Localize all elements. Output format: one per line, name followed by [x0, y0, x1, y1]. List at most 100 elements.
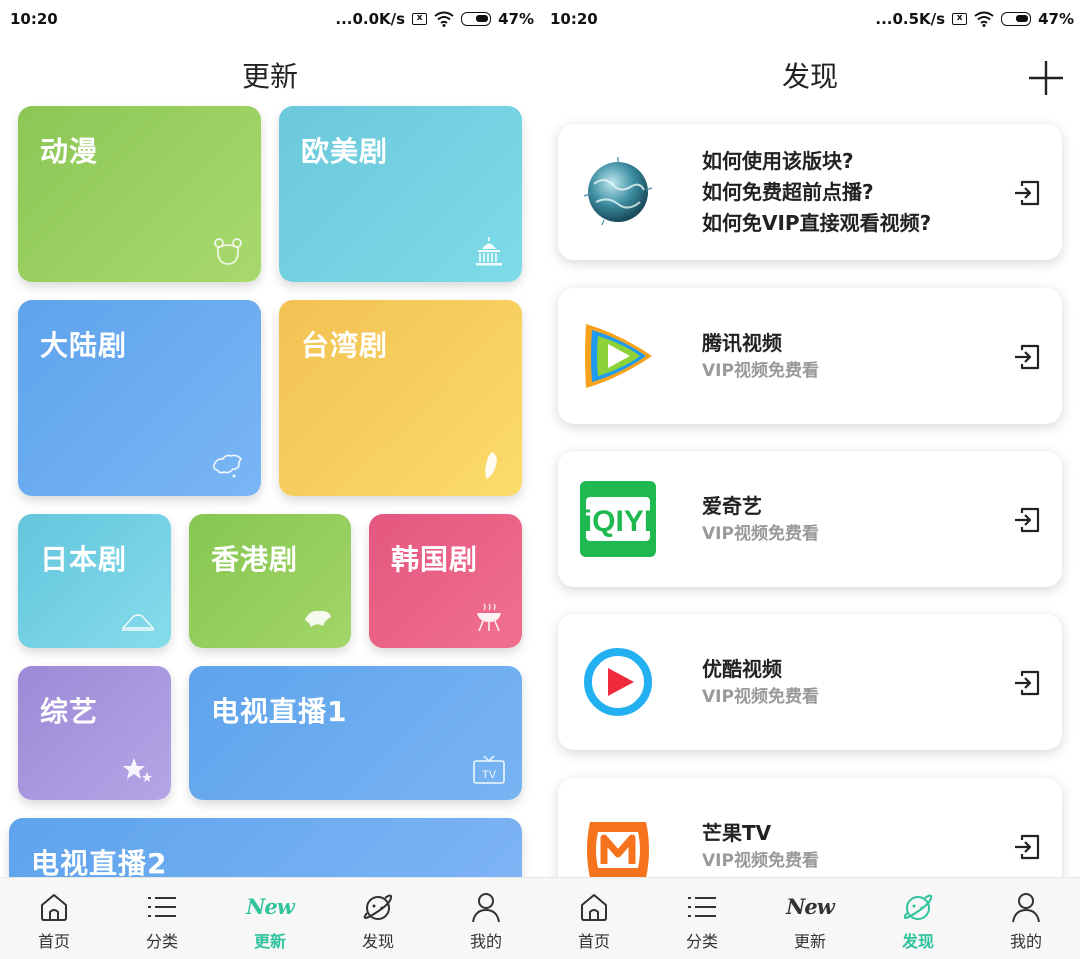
- nav-home[interactable]: 首页: [540, 878, 648, 959]
- hongkong-map-icon: [305, 610, 331, 627]
- nav-label: 发现: [901, 932, 934, 951]
- discover-screen: 10:20 ...0.5K/s x 47% 发现 如何使用该版块? 如何免费超前…: [540, 0, 1080, 959]
- tencent-video-logo: [585, 324, 652, 388]
- help-card[interactable]: 如何使用该版块? 如何免费超前点播? 如何免VIP直接观看视频?: [558, 124, 1062, 260]
- youku-logo: [584, 648, 652, 716]
- svg-text:TV: TV: [482, 769, 497, 781]
- tile-label: 香港剧: [211, 543, 299, 576]
- taiwan-map-icon: [485, 452, 497, 479]
- page-title: 更新: [241, 60, 298, 93]
- wifi-icon: [974, 11, 994, 27]
- help-text: 如何使用该版块? 如何免费超前点播? 如何免VIP直接观看视频?: [702, 124, 931, 260]
- tile-label: 日本剧: [40, 543, 128, 576]
- nav-home[interactable]: 首页: [0, 878, 108, 959]
- status-time: 10:20: [550, 10, 598, 28]
- card-tencent-video[interactable]: 腾讯视频 VIP视频免费看: [558, 288, 1062, 424]
- nav-mine[interactable]: 我的: [972, 878, 1080, 959]
- nav-update[interactable]: New 更新: [756, 878, 864, 959]
- nav-discover[interactable]: 发现: [864, 878, 972, 959]
- help-line: 如何免VIP直接观看视频?: [702, 210, 932, 235]
- stars-icon: [123, 758, 152, 782]
- tile-japan-drama[interactable]: 日本剧: [18, 514, 171, 648]
- card-subtitle: VIP视频免费看: [702, 361, 819, 381]
- status-bar: 10:20 ...0.5K/s x 47%: [540, 0, 1080, 38]
- page-header: 更新: [0, 50, 540, 104]
- card-title: 芒果TV: [702, 821, 772, 845]
- net-speed: ...0.5K/s: [875, 10, 946, 28]
- tile-variety[interactable]: 综艺: [18, 666, 171, 800]
- planet-icon: [903, 894, 933, 920]
- nav-category[interactable]: 分类: [108, 878, 216, 959]
- nav-category[interactable]: 分类: [648, 878, 756, 959]
- nav-update[interactable]: New 更新: [216, 878, 324, 959]
- tile-label: 韩国剧: [391, 543, 479, 576]
- battery-percent: 47%: [1038, 10, 1074, 28]
- nav-label: 我的: [469, 932, 502, 951]
- enter-icon[interactable]: [1012, 832, 1042, 862]
- card-subtitle: VIP视频免费看: [702, 851, 819, 871]
- status-time: 10:20: [10, 10, 58, 28]
- nav-label: 分类: [685, 932, 718, 951]
- nav-mine[interactable]: 我的: [432, 878, 540, 959]
- card-title: 优酷视频: [702, 657, 782, 681]
- home-icon: [581, 894, 607, 921]
- tile-label: 综艺: [40, 695, 99, 728]
- tile-anime[interactable]: 动漫: [18, 106, 261, 282]
- tile-label: 动漫: [40, 135, 99, 168]
- card-subtitle: VIP视频免费看: [702, 687, 819, 707]
- card-youku[interactable]: 优酷视频 VIP视频免费看: [558, 614, 1062, 750]
- nav-discover[interactable]: 发现: [324, 878, 432, 959]
- help-line: 如何免费超前点播?: [702, 179, 874, 204]
- bottom-nav: 首页 分类 New 更新 发现 我的: [0, 877, 540, 959]
- bear-icon: [214, 238, 242, 265]
- card-title: 爱奇艺: [702, 494, 762, 518]
- nav-label: 发现: [361, 932, 394, 951]
- tile-hongkong-drama[interactable]: 香港剧: [189, 514, 351, 648]
- battery-icon: [1001, 12, 1032, 26]
- page-title: 发现: [781, 60, 838, 93]
- tile-label: 电视直播2: [31, 847, 168, 880]
- card-title: 腾讯视频: [702, 331, 782, 355]
- status-bar: 10:20 ...0.0K/s x 47%: [0, 0, 540, 38]
- nav-label: 首页: [577, 932, 610, 951]
- enter-icon[interactable]: [1012, 342, 1042, 372]
- card-iqiyi[interactable]: iQIYI 爱奇艺 VIP视频免费看: [558, 451, 1062, 587]
- user-icon: [1012, 893, 1040, 923]
- help-line: 如何使用该版块?: [702, 148, 854, 173]
- bottom-nav: 首页 分类 New 更新 发现 我的: [540, 877, 1080, 959]
- card-subtitle: VIP视频免费看: [702, 524, 819, 544]
- list-icon: [688, 897, 716, 917]
- tile-taiwan-drama[interactable]: 台湾剧: [279, 300, 522, 496]
- globe-icon: [583, 157, 653, 226]
- enter-icon[interactable]: [1012, 668, 1042, 698]
- tile-korea-drama[interactable]: 韩国剧: [369, 514, 522, 648]
- user-icon: [472, 893, 500, 923]
- tile-tv-live-1[interactable]: 电视直播1 TV: [189, 666, 522, 800]
- add-button[interactable]: [1026, 58, 1066, 98]
- tile-mainland-drama[interactable]: 大陆剧: [18, 300, 261, 496]
- tile-label: 电视直播1: [211, 695, 348, 728]
- enter-icon[interactable]: [1012, 178, 1042, 208]
- iqiyi-logo: iQIYI: [580, 481, 656, 557]
- battery-icon: [461, 12, 492, 26]
- tile-western-drama[interactable]: 欧美剧: [279, 106, 522, 282]
- page-header: 发现: [540, 50, 1080, 104]
- svg-text:iQIYI: iQIYI: [584, 505, 652, 538]
- tile-label: 台湾剧: [301, 329, 389, 362]
- tile-label: 大陆剧: [40, 329, 128, 362]
- battery-percent: 47%: [498, 10, 534, 28]
- nav-label: 我的: [1009, 932, 1042, 951]
- mount-fuji-icon: [121, 614, 155, 631]
- home-icon: [41, 894, 67, 921]
- tile-label: 欧美剧: [301, 135, 389, 168]
- planet-icon: [363, 894, 393, 920]
- capitol-icon: [476, 237, 502, 266]
- nav-label: 更新: [253, 932, 286, 951]
- sim-icon: x: [412, 13, 428, 25]
- enter-icon[interactable]: [1012, 505, 1042, 535]
- new-icon: New: [246, 894, 295, 919]
- list-icon: [148, 897, 176, 917]
- bbq-grill-icon: [477, 603, 501, 632]
- nav-label: 更新: [793, 932, 826, 951]
- sim-icon: x: [952, 13, 968, 25]
